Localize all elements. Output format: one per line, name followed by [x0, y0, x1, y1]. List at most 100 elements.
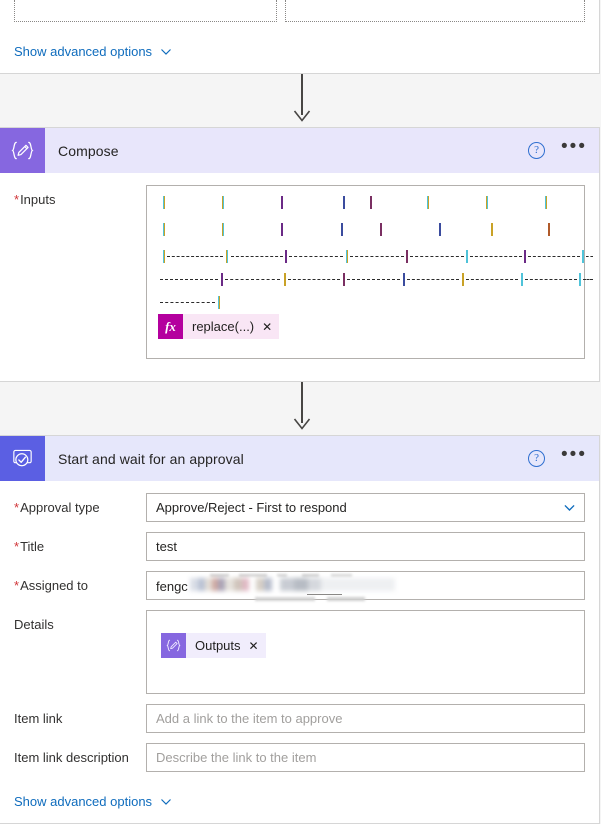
approval-title-input[interactable]: test: [146, 532, 585, 561]
ellipsis-icon[interactable]: •••: [561, 137, 587, 159]
redacted-glyph: [462, 273, 464, 286]
dynamic-content-token-label: Outputs: [195, 638, 241, 653]
connector-line: [301, 382, 303, 423]
approval-details-row: Details Outputs ✕: [14, 610, 585, 694]
redacted-glyph: [341, 223, 343, 236]
redacted-glyph: [163, 223, 165, 236]
redacted-glyph: [579, 273, 581, 286]
previous-action-card: Show advanced options: [0, 0, 600, 74]
approval-card-body: *Approval type Approve/Reject - First to…: [0, 481, 599, 794]
compose-inputs-editor[interactable]: fx replace(...) ✕: [146, 185, 593, 359]
close-icon[interactable]: ✕: [249, 639, 259, 653]
redacted-glyph: [281, 223, 283, 236]
show-advanced-options-link-approval[interactable]: Show advanced options: [0, 794, 599, 809]
redacted-glyph: [545, 196, 547, 209]
help-circle-icon[interactable]: ?: [528, 450, 546, 467]
show-advanced-options-link-top[interactable]: Show advanced options: [0, 44, 599, 59]
redacted-dashes: [231, 256, 283, 257]
redacted-glyph: [163, 196, 165, 209]
arrow-down-icon: [293, 110, 311, 122]
show-advanced-options-label-approval: Show advanced options: [14, 794, 153, 809]
approval-assigned-to-label-wrap: *Assigned to: [14, 571, 146, 594]
approval-item-link-description-input[interactable]: Describe the link to the item: [146, 743, 585, 772]
redacted-glyph: [218, 296, 220, 309]
redacted-line: [158, 196, 575, 223]
flow-designer-canvas: Show advanced options Compose ? ••• *Inp…: [0, 0, 601, 824]
redacted-glyph: [486, 196, 488, 209]
chevron-down-icon: [160, 46, 172, 58]
previous-field-left[interactable]: [14, 0, 277, 22]
approval-assigned-to-value: fengc: [156, 578, 188, 594]
compose-inputs-label-wrap: *Inputs: [14, 185, 146, 208]
redacted-glyph: [221, 273, 223, 286]
approval-card-header[interactable]: Start and wait for an approval ? •••: [0, 436, 599, 481]
required-indicator: *: [14, 539, 20, 554]
compose-card-header[interactable]: Compose ? •••: [0, 128, 599, 173]
redacted-dashes: [407, 279, 459, 280]
connector-line: [301, 74, 303, 115]
redacted-glyph: [406, 250, 408, 263]
redacted-dashes: [288, 279, 340, 280]
approval-item-link-row: Item link Add a link to the item to appr…: [14, 704, 585, 733]
redacted-line: [158, 273, 593, 296]
expression-token-replace[interactable]: fx replace(...) ✕: [158, 314, 280, 339]
previous-field-right[interactable]: [285, 0, 585, 22]
approval-details-editor[interactable]: Outputs ✕: [146, 610, 585, 694]
approval-type-label-wrap: *Approval type: [14, 493, 146, 516]
redacted-dashes: [347, 279, 400, 280]
compose-icon: [161, 633, 186, 658]
redacted-glyph: [226, 250, 228, 263]
approval-title-value: test: [156, 539, 177, 554]
redacted-dashes: [167, 256, 223, 257]
fx-icon: fx: [158, 314, 183, 339]
redacted-line: [158, 250, 593, 273]
help-circle-icon[interactable]: ?: [528, 142, 546, 159]
approval-type-row: *Approval type Approve/Reject - First to…: [14, 493, 585, 522]
redacted-dashes: [528, 256, 580, 257]
redacted-line: [158, 223, 575, 250]
required-indicator: *: [14, 192, 20, 207]
approval-title-row: *Title test: [14, 532, 585, 561]
redacted-glyph: [370, 196, 372, 209]
close-icon[interactable]: ✕: [262, 320, 272, 334]
redacted-glyph: [427, 196, 429, 209]
redacted-glyph: [285, 250, 287, 263]
approval-item-link-input[interactable]: Add a link to the item to approve: [146, 704, 585, 733]
approval-assigned-to-input[interactable]: fengc: [146, 571, 585, 601]
approval-type-dropdown[interactable]: Approve/Reject - First to respond: [146, 493, 585, 522]
ellipsis-icon[interactable]: •••: [561, 445, 587, 467]
approval-item-link-description-label: Item link description: [14, 750, 129, 765]
redacted-dashes: [289, 256, 343, 257]
chevron-down-icon: [160, 796, 172, 808]
redacted-dashes: [225, 279, 280, 280]
required-indicator: *: [14, 500, 20, 515]
redacted-glyph: [163, 250, 165, 263]
compose-inputs-label: Inputs: [20, 192, 56, 207]
redacted-glyph: [380, 223, 382, 236]
dynamic-content-token-outputs[interactable]: Outputs ✕: [161, 633, 266, 658]
approval-assigned-to-label: Assigned to: [20, 578, 88, 593]
redacted-glyph: [281, 196, 283, 209]
redacted-glyph: [343, 273, 345, 286]
compose-action-card[interactable]: Compose ? ••• *Inputs fx replace(...) ✕: [0, 127, 600, 382]
redacted-dashes: [583, 279, 593, 280]
approval-card-title: Start and wait for an approval: [58, 450, 244, 467]
redacted-dashes: [586, 256, 593, 257]
expression-token-label: replace(...): [192, 319, 255, 334]
redacted-dashes: [350, 256, 404, 257]
approval-item-link-placeholder: Add a link to the item to approve: [156, 711, 343, 726]
connector-compose: [0, 74, 601, 127]
connector-approval: [0, 382, 601, 435]
redacted-glyph: [222, 223, 224, 236]
redacted-glyph: [524, 250, 526, 263]
compose-card-body: *Inputs fx replace(...) ✕: [0, 173, 599, 381]
redacted-glyph: [521, 273, 523, 286]
compose-card-title: Compose: [58, 142, 119, 159]
approval-type-label: Approval type: [20, 500, 100, 515]
redacted-glyph: [466, 250, 468, 263]
compose-card-actions: ? •••: [528, 128, 587, 173]
redacted-dashes: [466, 279, 518, 280]
redacted-glyph: [284, 273, 286, 286]
redacted-glyph: [439, 223, 441, 236]
approval-action-card[interactable]: Start and wait for an approval ? ••• *Ap…: [0, 435, 600, 824]
